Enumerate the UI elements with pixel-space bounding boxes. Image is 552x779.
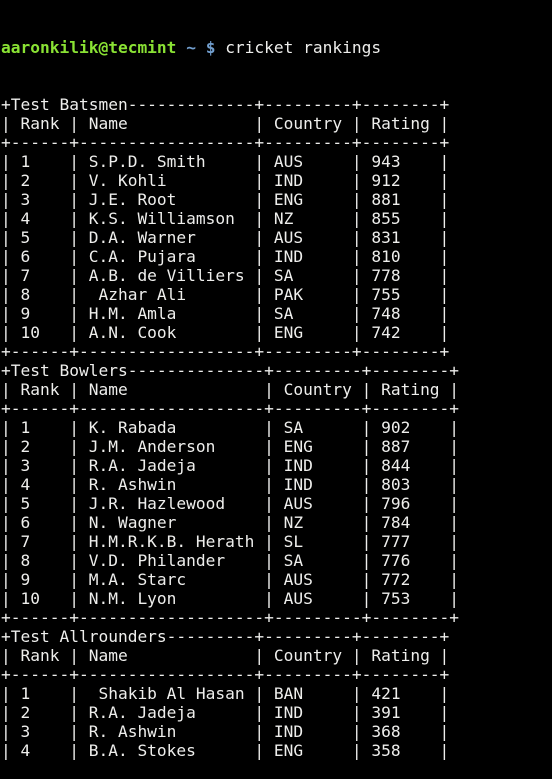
table-row: | 3 | R.A. Jadeja | IND | 844 |	[1, 456, 460, 475]
table-header-1: | Rank | Name | Country | Rating |	[1, 380, 460, 399]
table-row: | 2 | J.M. Anderson | ENG | 887 |	[1, 437, 460, 456]
table-title-2: +Test Allrounders---------+---------+---…	[1, 627, 450, 646]
table-row: | 7 | H.M.R.K.B. Herath | SL | 777 |	[1, 532, 460, 551]
table-row: | 6 | N. Wagner | NZ | 784 |	[1, 513, 460, 532]
table-row: | 2 | V. Kohli | IND | 912 |	[1, 171, 450, 190]
table-row: | 7 | A.B. de Villiers | SA | 778 |	[1, 266, 450, 285]
prompt-line: aaronkilik@tecmint ~ $ cricket rankings	[1, 38, 552, 57]
rankings-output: +Test Batsmen-------------+---------+---…	[1, 95, 552, 760]
prompt-cwd: ~	[186, 38, 196, 57]
command-text: cricket rankings	[225, 38, 382, 57]
table-row: | 4 | R. Ashwin | IND | 803 |	[1, 475, 460, 494]
terminal-window[interactable]: aaronkilik@tecmint ~ $ cricket rankings …	[0, 0, 552, 779]
table-row: | 4 | B.A. Stokes | ENG | 358 |	[1, 741, 450, 760]
table-header-2: | Rank | Name | Country | Rating |	[1, 646, 450, 665]
table-row: | 9 | M.A. Starc | AUS | 772 |	[1, 570, 460, 589]
table-title-0: +Test Batsmen-------------+---------+---…	[1, 95, 450, 114]
table-row: | 4 | K.S. Williamson | NZ | 855 |	[1, 209, 450, 228]
table-row: | 8 | Azhar Ali | PAK | 755 |	[1, 285, 450, 304]
table-row: | 1 | K. Rabada | SA | 902 |	[1, 418, 460, 437]
table-row: | 9 | H.M. Amla | SA | 748 |	[1, 304, 450, 323]
table-row: | 1 | S.P.D. Smith | AUS | 943 |	[1, 152, 450, 171]
table-row: | 10 | A.N. Cook | ENG | 742 |	[1, 323, 450, 342]
table-border: +------+------------------+---------+---…	[1, 133, 450, 152]
table-row: | 3 | R. Ashwin | IND | 368 |	[1, 722, 450, 741]
table-row: | 2 | R.A. Jadeja | IND | 391 |	[1, 703, 450, 722]
table-row: | 5 | J.R. Hazlewood | AUS | 796 |	[1, 494, 460, 513]
table-row: | 8 | V.D. Philander | SA | 776 |	[1, 551, 460, 570]
table-row: | 3 | J.E. Root | ENG | 881 |	[1, 190, 450, 209]
table-row: | 10 | N.M. Lyon | AUS | 753 |	[1, 589, 460, 608]
table-row: | 6 | C.A. Pujara | IND | 810 |	[1, 247, 450, 266]
table-title-1: +Test Bowlers--------------+---------+--…	[1, 361, 460, 380]
prompt-symbol: $	[205, 38, 216, 57]
table-border: +------+-------------------+---------+--…	[1, 399, 460, 418]
table-border: +------+------------------+---------+---…	[1, 342, 450, 361]
table-header-0: | Rank | Name | Country | Rating |	[1, 114, 450, 133]
prompt-user-host: aaronkilik@tecmint	[1, 38, 177, 57]
table-border: +------+-------------------+---------+--…	[1, 608, 460, 627]
table-border: +------+------------------+---------+---…	[1, 665, 450, 684]
table-row: | 1 | Shakib Al Hasan | BAN | 421 |	[1, 684, 450, 703]
table-row: | 5 | D.A. Warner | AUS | 831 |	[1, 228, 450, 247]
